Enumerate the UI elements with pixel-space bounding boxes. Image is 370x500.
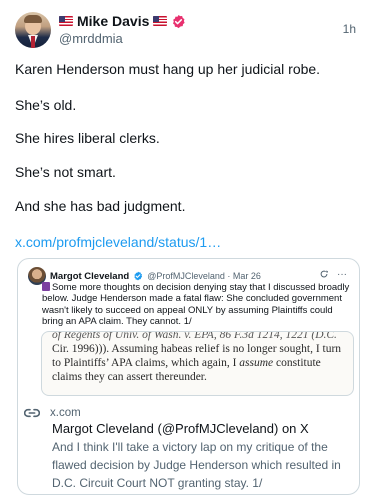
author-avatar[interactable] <box>15 12 51 48</box>
us-flag-icon <box>59 16 73 26</box>
doc-line: Cir. 1996))). Assuming habeas relief is … <box>52 343 342 355</box>
card-description: And I think I'll take a victory lap on m… <box>52 440 341 490</box>
doc-line: to Plaintiffs’ APA claims, which again, … <box>52 357 321 369</box>
quote-text: Some more thoughts on decision denying s… <box>42 282 354 327</box>
post-timestamp[interactable]: 1h <box>343 22 356 36</box>
post-line: She’s old. <box>15 97 77 113</box>
quote-author-handle[interactable]: @ProfMJCleveland · Mar 26 <box>147 271 261 281</box>
card-domain-row: x.com <box>24 407 81 419</box>
purple-square-icon <box>42 282 50 291</box>
author-handle[interactable]: @mrddmia <box>59 31 123 46</box>
card-title[interactable]: Margot Cleveland (@ProfMJCleveland) on X <box>52 421 309 436</box>
post-line: She hires liberal clerks. <box>15 130 160 146</box>
author-name-row[interactable]: Mike Davis <box>59 13 186 29</box>
author-name[interactable]: Mike Davis <box>77 13 149 29</box>
quoted-post[interactable]: Margot Cleveland @ProfMJCleveland · Mar … <box>17 258 360 495</box>
quote-icons: ··· <box>319 269 347 280</box>
doc-line: of Regents of Univ. of Wash. v. EPA, 86 … <box>52 331 337 341</box>
grok-icon[interactable] <box>319 269 329 279</box>
quote-document-image[interactable]: of Regents of Univ. of Wash. v. EPA, 86 … <box>41 331 354 396</box>
verified-badge-icon <box>134 271 143 281</box>
card-domain: x.com <box>50 407 81 419</box>
post-line: And she has bad judgment. <box>15 198 186 214</box>
post-header: Mike Davis @mrddmia 1h <box>15 12 360 48</box>
quote-author-name[interactable]: Margot Cleveland <box>50 271 129 282</box>
post-line: She’s not smart. <box>15 164 116 180</box>
post-link[interactable]: x.com/profmjcleveland/status/1… <box>15 233 221 251</box>
link-icon <box>24 408 40 418</box>
more-options-icon[interactable]: ··· <box>337 269 347 280</box>
post-line: Karen Henderson must hang up her judicia… <box>15 61 321 77</box>
quote-text-content: Some more thoughts on decision denying s… <box>42 282 350 327</box>
verified-badge-icon <box>173 14 185 28</box>
doc-line: claims they can assert thereunder. <box>52 371 207 383</box>
us-flag-icon <box>153 16 168 26</box>
